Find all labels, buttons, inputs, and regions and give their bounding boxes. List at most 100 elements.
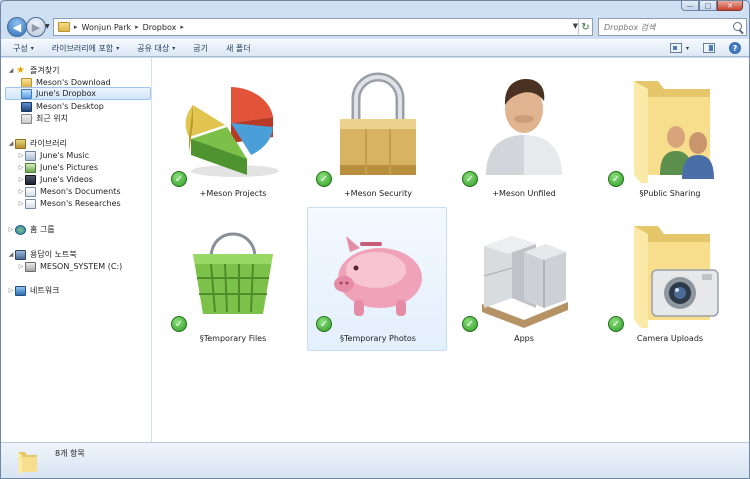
desktop-icon [21, 101, 32, 112]
library-icon [15, 138, 26, 149]
expand-icon[interactable]: ▷ [17, 164, 25, 171]
breadcrumb-separator[interactable]: ▸ [180, 23, 184, 31]
new-folder-button[interactable]: 새 폴더 [226, 43, 251, 54]
folder-item-public-sharing[interactable]: ✓ §Public Sharing [599, 62, 739, 206]
item-name: Apps [514, 334, 534, 343]
nav-favorites-label: 즐겨찾기 [30, 66, 60, 75]
folder-item-temporary-photos[interactable]: ✓ §Temporary Photos [307, 207, 447, 351]
sync-status-icon: ✓ [171, 171, 187, 187]
preview-pane-icon[interactable] [703, 43, 715, 53]
sync-status-icon: ✓ [316, 171, 332, 187]
close-button[interactable]: ✕ [717, 1, 743, 11]
item-label: Apps [454, 334, 594, 343]
item-name: Camera Uploads [636, 334, 704, 343]
search-box[interactable] [598, 18, 747, 36]
share-with-button[interactable]: 공유 대상 ▾ [137, 43, 175, 54]
expand-icon[interactable]: ▷ [17, 263, 25, 270]
expand-icon[interactable]: ▷ [17, 152, 25, 159]
sync-status-icon: ✓ [462, 171, 478, 187]
breadcrumb-separator[interactable]: ▸ [135, 23, 139, 31]
pictures-library-icon [25, 162, 36, 173]
nav-item-recent-places[interactable]: 최근 위치 [21, 112, 68, 125]
recent-pages-dropdown[interactable]: ▼ [45, 23, 50, 30]
back-button[interactable]: ◀ [7, 17, 27, 37]
item-prefix: + [492, 189, 499, 198]
item-label: §Temporary Files [163, 334, 303, 343]
item-label: +Meson Security [308, 189, 448, 198]
homegroup-icon [15, 224, 26, 235]
nav-item-mesons-researches[interactable]: ▷ Meson's Researches [17, 197, 121, 210]
details-pane: 8개 항목 [1, 442, 749, 478]
expand-icon[interactable]: ▷ [7, 287, 15, 294]
folder-item-apps[interactable]: ✓ Apps [453, 207, 593, 351]
breadcrumb-dropbox[interactable]: Dropbox [143, 23, 177, 32]
nav-item-label: MESON_SYSTEM (C:) [40, 262, 123, 271]
item-count: 8개 항목 [55, 449, 85, 458]
nav-item-label: June's Music [40, 151, 90, 160]
folder-item-meson-projects[interactable]: ✓ +Meson Projects [162, 62, 302, 206]
forward-button[interactable]: ▶ [26, 17, 46, 37]
researches-library-icon [25, 198, 36, 209]
maximize-button[interactable]: □ [699, 1, 717, 11]
share-with-label: 공유 대상 [137, 43, 170, 53]
folder-item-camera-uploads[interactable]: ✓ Camera Uploads [599, 207, 739, 351]
search-icon[interactable] [733, 22, 742, 31]
folder-icon [58, 22, 70, 32]
nav-item-junes-dropbox[interactable]: June's Dropbox [5, 87, 151, 100]
shared-folder-icon [634, 81, 714, 183]
download-folder-icon [21, 77, 32, 88]
nav-item-label: Meson's Researches [40, 199, 121, 208]
nav-homegroup-label: 홈 그룹 [30, 225, 55, 234]
nav-item-label: June's Pictures [40, 163, 99, 172]
refresh-icon[interactable]: ↻ [578, 19, 592, 35]
nav-item-label: June's Dropbox [36, 89, 97, 98]
organize-label: 구성 [13, 43, 28, 53]
folder-item-meson-unfiled[interactable]: ✓ +Meson Unfiled [453, 62, 593, 206]
command-bar: 구성 ▾ 라이브러리에 포함 ▾ 공유 대상 ▾ 굽기 새 폴더 ▾ ? [1, 39, 749, 57]
navigation-pane: ◢ ★ 즐겨찾기 Meson's Download June's Dropbox… [1, 58, 152, 442]
address-bar[interactable]: ▸ Wonjun Park ▸ Dropbox ▸ ▼ ↻ [53, 18, 593, 36]
collapse-icon[interactable]: ◢ [7, 67, 15, 74]
expand-icon[interactable]: ▷ [17, 200, 25, 207]
change-view-icon[interactable] [669, 43, 682, 53]
nav-network[interactable]: ▷ 네트워크 [7, 284, 59, 297]
minimize-button[interactable]: — [681, 1, 699, 11]
collapse-icon[interactable]: ◢ [7, 140, 15, 147]
nav-homegroup[interactable]: ▷ 홈 그룹 [7, 223, 55, 236]
boxes-icon [482, 236, 568, 328]
organize-button[interactable]: 구성 ▾ [13, 43, 34, 54]
chevron-down-icon[interactable]: ▾ [686, 45, 689, 52]
nav-item-system-drive[interactable]: ▷ MESON_SYSTEM (C:) [17, 260, 122, 273]
item-label: +Meson Projects [163, 189, 303, 198]
breadcrumb-wonjun-park[interactable]: Wonjun Park [82, 23, 132, 32]
chevron-down-icon: ▾ [172, 44, 176, 52]
toolbar-right: ▾ ? [669, 42, 741, 54]
file-list: ✓ +Meson Projects ✓ +Meson Security ✓ +M… [152, 58, 749, 442]
help-icon[interactable]: ? [729, 42, 741, 54]
star-icon: ★ [16, 64, 25, 76]
nav-network-label: 네트워크 [30, 286, 60, 295]
nav-item-label: Meson's Documents [40, 187, 121, 196]
breadcrumb-separator[interactable]: ▸ [74, 23, 78, 31]
drive-icon [25, 261, 36, 272]
include-in-library-button[interactable]: 라이브러리에 포함 ▾ [52, 43, 119, 54]
folder-icon [18, 452, 37, 475]
music-library-icon [25, 150, 36, 161]
sync-status-icon: ✓ [462, 316, 478, 332]
expand-icon[interactable]: ▷ [7, 226, 15, 233]
new-folder-label: 새 폴더 [225, 43, 251, 53]
address-row: ◀ ▶ ▼ ▸ Wonjun Park ▸ Dropbox ▸ ▼ ↻ [5, 17, 747, 39]
burn-button[interactable]: 굽기 [193, 43, 208, 54]
search-input[interactable] [604, 22, 729, 32]
item-name: Temporary Files [203, 334, 267, 343]
expand-icon[interactable]: ▷ [17, 188, 25, 195]
folder-item-temporary-files[interactable]: ✓ §Temporary Files [162, 207, 302, 351]
folder-item-meson-security[interactable]: ✓ +Meson Security [307, 62, 447, 206]
pie-chart-icon [185, 87, 279, 177]
nav-item-label: June's Videos [40, 175, 93, 184]
collapse-icon[interactable]: ◢ [7, 251, 15, 258]
include-in-library-label: 라이브러리에 포함 [51, 43, 114, 53]
sync-status-icon: ✓ [171, 316, 187, 332]
expand-icon[interactable]: ▷ [17, 176, 25, 183]
network-icon [15, 285, 26, 296]
